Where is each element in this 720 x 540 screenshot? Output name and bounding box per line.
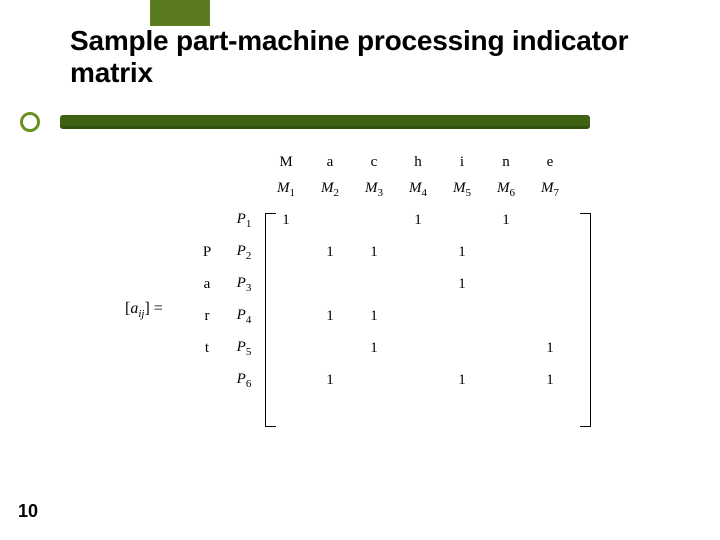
matrix-lhs: [aij] = [125,300,163,320]
row-label: P6 [224,364,264,396]
cell: 1 [352,300,396,332]
cell: 1 [308,236,352,268]
title-divider [20,112,590,130]
cell [352,268,396,300]
divider-bar [60,115,590,129]
matrix: [aij] = M a c h i n e M1 M2 M3 M4 M5 M6 … [130,150,620,396]
side-word-letter [190,204,224,236]
row-label: P2 [224,236,264,268]
cell: 1 [440,268,484,300]
cell: 1 [396,204,440,236]
cell [396,364,440,396]
cell: 1 [440,364,484,396]
col-label: M4 [396,174,440,204]
matrix-row: P1 1 1 1 [190,204,572,236]
cell [396,300,440,332]
col-label: M5 [440,174,484,204]
row-label: P4 [224,300,264,332]
cell [396,332,440,364]
cell [308,204,352,236]
col-label: M1 [264,174,308,204]
cell [352,364,396,396]
cell [484,236,528,268]
cell [352,204,396,236]
cell: 1 [528,332,572,364]
col-label: M3 [352,174,396,204]
cell [484,268,528,300]
col-label: M2 [308,174,352,204]
top-word-letter: e [528,150,572,174]
matrix-row: P6 1 1 1 [190,364,572,396]
matrix-row: r P4 1 1 [190,300,572,332]
matrix-left-bracket-icon [265,213,276,427]
slide-title: Sample part-machine processing indicator… [70,25,680,89]
top-word-letter: i [440,150,484,174]
cell [440,204,484,236]
cell: 1 [352,236,396,268]
matrix-row: a P3 1 [190,268,572,300]
cell [528,236,572,268]
side-word-letter: a [190,268,224,300]
cell [484,364,528,396]
cell [308,268,352,300]
row-label: P1 [224,204,264,236]
cell: 1 [440,236,484,268]
side-word-letter: r [190,300,224,332]
side-word-letter: t [190,332,224,364]
cell: 1 [484,204,528,236]
row-label: P5 [224,332,264,364]
top-word-letter: a [308,150,352,174]
page-number: 10 [18,501,38,522]
matrix-right-bracket-icon [580,213,591,427]
matrix-row: P P2 1 1 1 [190,236,572,268]
cell: 1 [308,300,352,332]
cell [528,268,572,300]
cell [396,268,440,300]
matrix-row: t P5 1 1 [190,332,572,364]
col-label: M6 [484,174,528,204]
cell: 1 [528,364,572,396]
cell [528,300,572,332]
top-word-letter: h [396,150,440,174]
col-label: M7 [528,174,572,204]
top-word-letter: n [484,150,528,174]
cell [528,204,572,236]
cell [440,332,484,364]
cell [396,236,440,268]
matrix-table: M a c h i n e M1 M2 M3 M4 M5 M6 M7 P1 1 … [190,150,572,396]
top-accent-bar [150,0,210,26]
top-word-letter: c [352,150,396,174]
side-word-letter [190,364,224,396]
cell [440,300,484,332]
row-label: P3 [224,268,264,300]
cell [484,300,528,332]
cell: 1 [308,364,352,396]
side-word-letter: P [190,236,224,268]
cell [308,332,352,364]
matrix-col-header-row: M1 M2 M3 M4 M5 M6 M7 [190,174,572,204]
cell [484,332,528,364]
divider-dot-icon [20,112,40,132]
matrix-top-word-row: M a c h i n e [190,150,572,174]
top-word-letter: M [264,150,308,174]
cell: 1 [352,332,396,364]
